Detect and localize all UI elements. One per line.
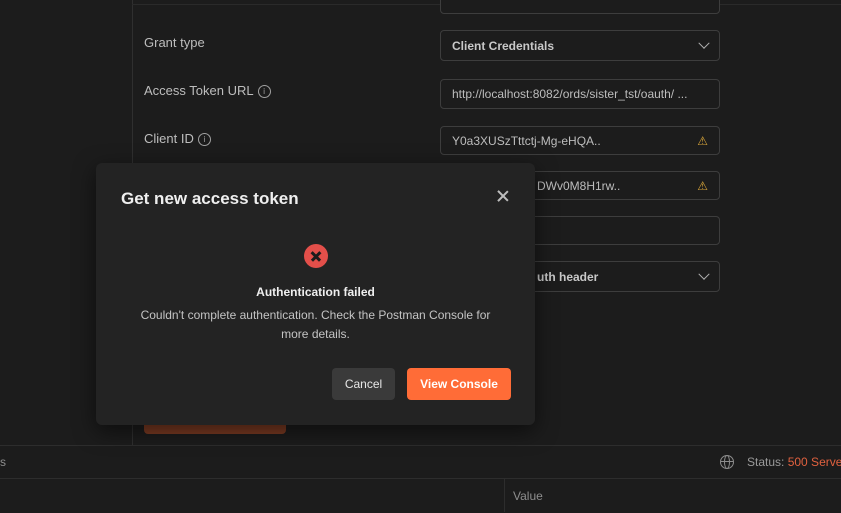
status-readout: Status: 500 Serve <box>747 455 841 469</box>
column-divider <box>504 478 505 512</box>
client-id-value: Y0a3XUSzTttctj-Mg-eHQA.. <box>452 133 601 148</box>
response-status-bar <box>0 445 841 478</box>
grant-type-label: Grant type <box>144 35 205 50</box>
get-new-access-token-button[interactable] <box>144 425 286 434</box>
client-id-input[interactable]: Y0a3XUSzTttctj-Mg-eHQA.. ⚠ <box>440 126 720 155</box>
info-icon[interactable]: i <box>257 85 271 98</box>
value-column-header: Value <box>513 489 543 503</box>
globe-icon[interactable] <box>720 455 734 469</box>
close-icon[interactable] <box>496 189 510 203</box>
error-icon <box>304 244 328 268</box>
cancel-button[interactable]: Cancel <box>332 368 395 400</box>
access-token-modal: Get new access token Authentication fail… <box>96 163 535 425</box>
grant-type-value: Client Credentials <box>452 38 555 53</box>
access-token-url-label: Access Token URL <box>144 83 254 98</box>
error-message: Couldn't complete authentication. Check … <box>140 308 491 341</box>
truncated-tab-text: s <box>0 455 6 469</box>
status-value[interactable]: 500 Serve <box>788 455 841 469</box>
status-label: Status: <box>747 455 785 469</box>
partial-top-field[interactable] <box>440 0 720 14</box>
access-token-url-value: http://localhost:8082/ords/sister_tst/oa… <box>452 87 688 101</box>
headers-table <box>0 478 841 513</box>
warning-icon[interactable]: ⚠ <box>697 179 708 193</box>
client-authentication-value: uth header <box>537 269 599 284</box>
client-id-label-row: Client ID i <box>144 131 211 146</box>
modal-title: Get new access token <box>121 189 299 208</box>
chevron-down-icon <box>698 268 710 280</box>
grant-type-select[interactable]: Client Credentials <box>440 30 720 61</box>
warning-icon[interactable]: ⚠ <box>697 134 708 148</box>
client-id-label: Client ID <box>144 131 194 146</box>
view-console-button[interactable]: View Console <box>407 368 511 400</box>
chevron-down-icon <box>698 37 710 49</box>
access-token-url-input[interactable]: http://localhost:8082/ords/sister_tst/oa… <box>440 79 720 109</box>
client-secret-value: DWv0M8H1rw.. <box>537 178 621 193</box>
error-title: Authentication failed <box>256 285 375 299</box>
access-token-url-label-row: Access Token URL i <box>144 83 271 98</box>
info-icon[interactable]: i <box>197 133 211 146</box>
